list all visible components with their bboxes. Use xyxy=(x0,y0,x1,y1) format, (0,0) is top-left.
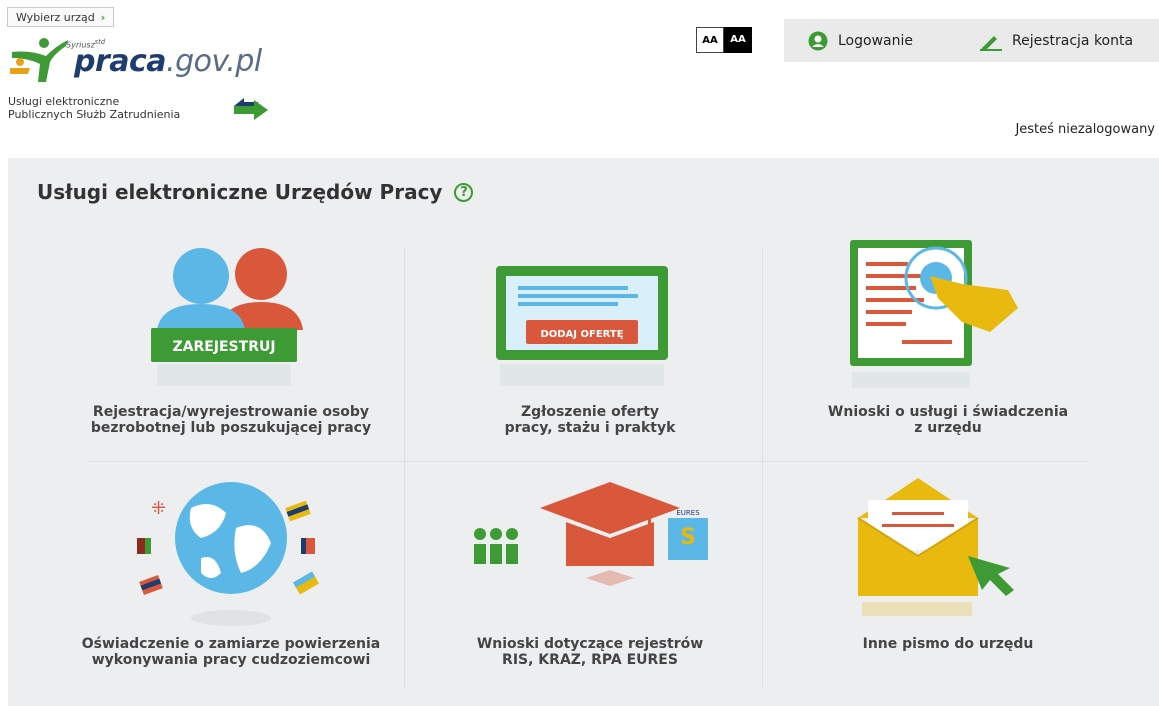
login-label: Logowanie xyxy=(838,32,913,49)
login-status: Jesteś niezalogowany xyxy=(1015,122,1155,137)
tile-applications-label: Wnioski o usługi i świadczenia z urzędu xyxy=(827,404,1069,436)
font-large-button[interactable]: AA xyxy=(724,27,752,53)
chevron-right-icon: › xyxy=(100,11,106,24)
praca-gov-logo[interactable]: Syriuszstd praca.gov.pl xyxy=(8,34,278,84)
register-badge: ZAREJESTRUJ xyxy=(172,339,275,355)
divider xyxy=(762,248,763,688)
font-normal-button[interactable]: AA xyxy=(696,27,724,53)
envelope-icon xyxy=(857,478,1014,616)
swap-arrows-icon xyxy=(234,98,268,120)
eures-badge: EURES xyxy=(676,509,700,517)
tile-job-offer-label: Zgłoszenie oferty pracy, stażu i praktyk xyxy=(504,404,676,436)
help-icon[interactable]: ? xyxy=(454,182,474,202)
page-title: Usługi elektroniczne Urzędów Pracy ? xyxy=(37,180,474,204)
portal-subtitle: Usługi elektroniczne Publicznych Służb Z… xyxy=(8,95,181,121)
pencil-icon xyxy=(980,35,1002,51)
tile-registration[interactable]: ZAREJESTRUJ Rejestracja/wyrejestrowanie … xyxy=(61,238,401,438)
font-size-switcher: AA AA xyxy=(696,27,752,53)
login-button[interactable]: Logowanie xyxy=(808,19,913,62)
auth-bar: Logowanie Rejestracja konta xyxy=(784,19,1159,62)
tile-job-offer[interactable]: DODAJ OFERTĘ Zgłoszenie oferty pracy, sta… xyxy=(420,238,760,438)
eures-s-icon: S xyxy=(680,525,696,550)
tile-foreigner-label: Oświadczenie o zamiarze powierzenia wykon… xyxy=(81,636,381,668)
job-offer-icon: DODAJ OFERTĘ xyxy=(496,266,668,386)
tile-other-letter[interactable]: Inne pismo do urzędu xyxy=(778,478,1118,678)
user-icon xyxy=(808,31,828,50)
tile-other-letter-label: Inne pismo do urzędu xyxy=(862,636,1034,652)
tile-applications[interactable]: Wnioski o usługi i świadczenia z urzędu xyxy=(778,238,1118,438)
register-label: Rejestracja konta xyxy=(1012,32,1134,49)
tile-registers-label: Wnioski dotyczące rejestrów RIS, KRAZ, RP… xyxy=(476,636,704,668)
globe-flags-icon: ⁜ xyxy=(137,482,320,626)
logo-figure-icon xyxy=(10,38,68,82)
header: Wybierz urząd › Syriuszstd praca.gov.pl U… xyxy=(0,0,1159,158)
tile-registers[interactable]: S EURES Wnioski dotyczące rejestrów RIS, … xyxy=(420,478,760,678)
tile-foreigner[interactable]: ⁜ Oświadczenie o zamiarze powierzenia wyk… xyxy=(61,478,401,678)
flag-ornament-icon: ⁜ xyxy=(151,498,166,519)
people-register-icon: ZAREJESTRUJ xyxy=(151,248,303,386)
divider xyxy=(404,248,405,688)
choose-office-button[interactable]: Wybierz urząd › xyxy=(7,7,115,27)
logo-wordmark: praca.gov.pl xyxy=(74,44,262,79)
tile-registration-label: Rejestracja/wyrejestrowanie osoby bezrobo… xyxy=(90,404,372,436)
services-panel: Usługi elektroniczne Urzędów Pracy ? ZAR… xyxy=(8,158,1159,706)
document-touch-icon xyxy=(850,240,1018,388)
register-button[interactable]: Rejestracja konta xyxy=(980,19,1133,62)
choose-office-label: Wybierz urząd xyxy=(16,11,95,24)
divider xyxy=(88,461,1088,462)
add-offer-badge: DODAJ OFERTĘ xyxy=(540,329,623,340)
graduation-cap-icon: S EURES xyxy=(474,482,708,586)
